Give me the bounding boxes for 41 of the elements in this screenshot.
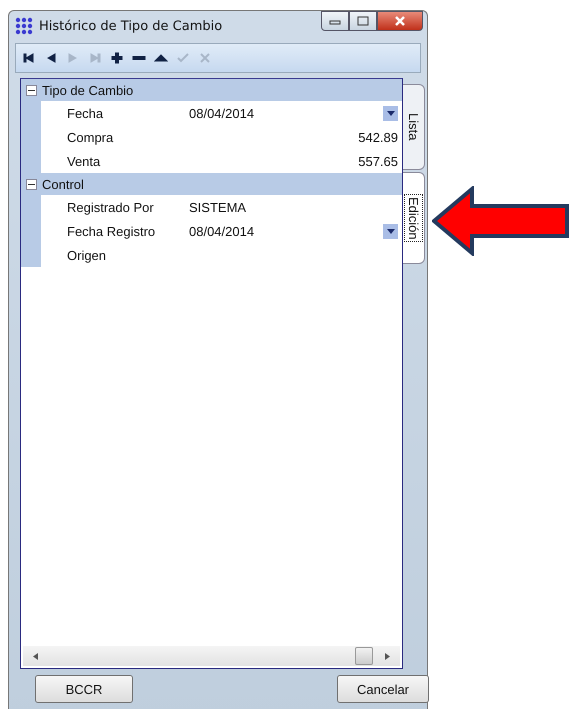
window-title: Histórico de Tipo de Cambio [39,18,224,34]
property-value: SISTEMA [189,200,248,214]
collapse-button[interactable] [26,84,37,96]
property-value: 542.89 [357,130,398,144]
property-label: Compra [66,130,114,144]
caret-down-icon [386,228,394,234]
maximize-icon [357,16,369,26]
dialog-button[interactable]: Cancelar [337,675,429,703]
check-icon [176,52,190,64]
skip-back-icon [22,52,36,64]
collapse-button[interactable] [26,178,37,190]
scrollbar-thumb[interactable] [355,647,373,665]
horizontal-scrollbar[interactable] [23,646,400,666]
dropdown-button[interactable] [383,224,398,238]
plus-icon [110,52,124,64]
property-label: Venta [66,154,102,168]
property-value: 08/04/2014 [189,106,256,120]
dialog-button[interactable]: BCCR [35,675,133,703]
close-icon [394,16,406,26]
property-label: Origen [66,248,108,262]
side-tab[interactable]: Lista [403,84,425,170]
row-gutter [21,243,41,267]
caret-down-icon [386,110,394,116]
property-label: Fecha Registro [66,224,156,238]
side-tab[interactable]: Edición [403,172,425,264]
scroll-left-icon[interactable] [33,652,38,660]
property-value: 557.65 [357,154,398,168]
maximize-button[interactable] [349,11,377,31]
close-button[interactable] [377,11,423,31]
scroll-right-icon[interactable] [385,652,390,660]
property-label: Fecha [66,106,104,120]
app-icon [15,17,33,35]
dropdown-button[interactable] [383,106,398,120]
property-value: 08/04/2014 [189,224,256,238]
cross-icon [198,52,212,64]
minimize-button[interactable] [321,11,349,31]
category-label: Control [42,176,84,192]
triangle-up-icon [154,52,168,64]
property-label: Registrado Por [66,200,155,214]
skip-forward-icon [88,52,102,64]
category-label: Tipo de Cambio [42,82,134,98]
